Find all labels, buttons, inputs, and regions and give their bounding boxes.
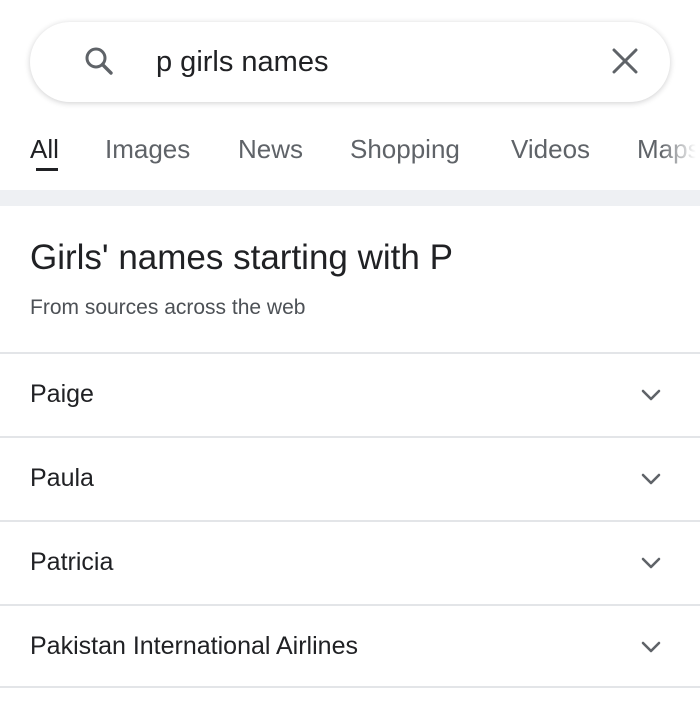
close-icon [612,48,638,74]
tab-shopping[interactable]: Shopping [350,132,460,166]
chevron-down-icon [641,641,661,653]
section-separator [0,190,700,206]
tab-all[interactable]: All [30,132,59,166]
names-list: Paige Paula Patricia Pakistan Internatio… [0,352,700,688]
list-item-patricia[interactable]: Patricia [0,520,700,604]
search-input[interactable]: p girls names [156,44,328,80]
tab-news[interactable]: News [238,132,303,166]
list-item-paula[interactable]: Paula [0,436,700,520]
active-tab-indicator [36,168,58,171]
list-item-paige[interactable]: Paige [0,352,700,436]
chevron-down-icon [641,557,661,569]
search-tabs: All Images News Shopping Videos Maps [0,128,700,188]
search-bar[interactable]: p girls names [30,22,670,102]
clear-search-button[interactable] [606,42,644,80]
tab-images[interactable]: Images [105,132,190,166]
list-item-label: Patricia [30,548,114,576]
chevron-down-icon [641,389,661,401]
list-item-label: Paula [30,464,94,492]
list-item-label: Pakistan International Airlines [30,632,358,660]
section-subtitle: From sources across the web [30,296,306,319]
tab-maps[interactable]: Maps [637,132,700,166]
section-title: Girls' names starting with P [30,238,453,277]
list-item-label: Paige [30,380,94,408]
tab-videos[interactable]: Videos [511,132,590,166]
search-icon [85,47,113,75]
search-results-page: p girls names All Images News Shopping V… [0,0,700,701]
list-item-pakistan-international-airlines[interactable]: Pakistan International Airlines [0,604,700,688]
chevron-down-icon [641,473,661,485]
